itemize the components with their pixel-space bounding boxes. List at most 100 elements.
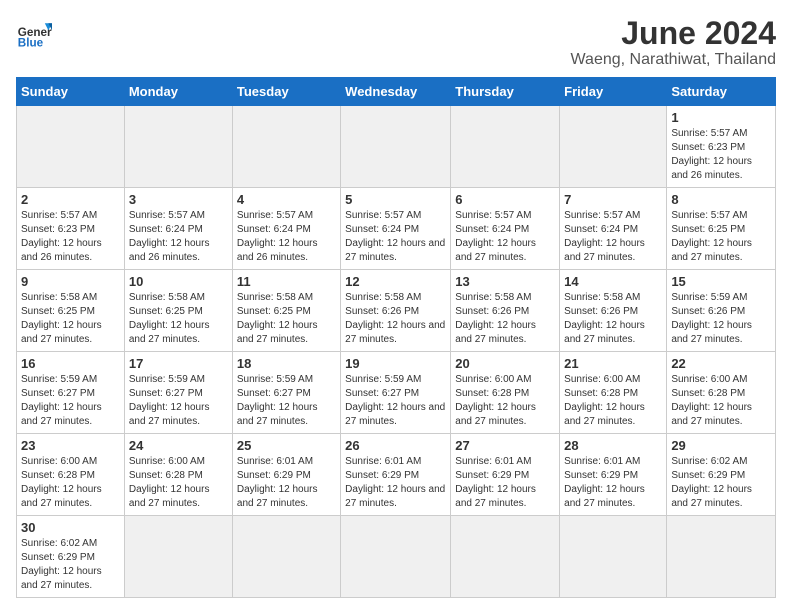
cell-info-text: Sunrise: 5:58 AM Sunset: 6:25 PM Dayligh…	[129, 291, 228, 347]
cell-date-number: 27	[455, 438, 555, 453]
cell-info-text: Sunrise: 5:58 AM Sunset: 6:26 PM Dayligh…	[564, 291, 662, 347]
calendar-cell: 8 Sunrise: 5:57 AM Sunset: 6:25 PM Daylig…	[667, 188, 776, 270]
cell-info-text: Sunrise: 5:57 AM Sunset: 6:24 PM Dayligh…	[455, 209, 555, 265]
calendar-cell: 13Sunrise: 5:58 AM Sunset: 6:26 PM Dayli…	[451, 270, 560, 352]
header-monday: Monday	[124, 78, 232, 106]
calendar-cell: 21 Sunrise: 6:00 AM Sunset: 6:28 PM Dayli…	[560, 352, 667, 434]
calendar-cell: 11Sunrise: 5:58 AM Sunset: 6:25 PM Dayli…	[232, 270, 340, 352]
cell-info-text: Sunrise: 5:57 AM Sunset: 6:24 PM Dayligh…	[345, 209, 446, 265]
calendar-cell: 26 Sunrise: 6:01 AM Sunset: 6:29 PM Dayli…	[341, 434, 451, 516]
cell-info-text: Sunrise: 6:00 AM Sunset: 6:28 PM Dayligh…	[671, 373, 771, 429]
cell-date-number: 14	[564, 274, 662, 289]
cell-date-number: 20	[455, 356, 555, 371]
cell-info-text: Sunrise: 6:02 AM Sunset: 6:29 PM Dayligh…	[21, 537, 120, 593]
calendar-cell: 24 Sunrise: 6:00 AM Sunset: 6:28 PM Dayli…	[124, 434, 232, 516]
calendar-cell: 15 Sunrise: 5:59 AM Sunset: 6:26 PM Dayli…	[667, 270, 776, 352]
calendar-cell: 30 Sunrise: 6:02 AM Sunset: 6:29 PM Dayli…	[17, 516, 125, 598]
header-wednesday: Wednesday	[341, 78, 451, 106]
cell-date-number: 30	[21, 520, 120, 535]
calendar-cell	[451, 106, 560, 188]
calendar-subtitle: Waeng, Narathiwat, Thailand	[571, 51, 776, 69]
cell-info-text: Sunrise: 6:01 AM Sunset: 6:29 PM Dayligh…	[345, 455, 446, 511]
cell-date-number: 9	[21, 274, 120, 289]
calendar-body: 1 Sunrise: 5:57 AM Sunset: 6:23 PM Daylig…	[17, 106, 776, 598]
calendar-header: Sunday Monday Tuesday Wednesday Thursday…	[17, 78, 776, 106]
header-row: Sunday Monday Tuesday Wednesday Thursday…	[17, 78, 776, 106]
cell-info-text: Sunrise: 5:57 AM Sunset: 6:24 PM Dayligh…	[237, 209, 336, 265]
cell-info-text: Sunrise: 6:00 AM Sunset: 6:28 PM Dayligh…	[455, 373, 555, 429]
cell-date-number: 4	[237, 192, 336, 207]
cell-info-text: Sunrise: 6:02 AM Sunset: 6:29 PM Dayligh…	[671, 455, 771, 511]
cell-info-text: Sunrise: 5:59 AM Sunset: 6:27 PM Dayligh…	[237, 373, 336, 429]
cell-info-text: Sunrise: 5:57 AM Sunset: 6:25 PM Dayligh…	[671, 209, 771, 265]
cell-date-number: 11	[237, 274, 336, 289]
calendar-cell: 10 Sunrise: 5:58 AM Sunset: 6:25 PM Dayli…	[124, 270, 232, 352]
cell-date-number: 25	[237, 438, 336, 453]
cell-info-text: Sunrise: 5:59 AM Sunset: 6:27 PM Dayligh…	[345, 373, 446, 429]
cell-info-text: Sunrise: 5:59 AM Sunset: 6:27 PM Dayligh…	[21, 373, 120, 429]
cell-date-number: 24	[129, 438, 228, 453]
calendar-cell	[341, 516, 451, 598]
calendar-cell: 28Sunrise: 6:01 AM Sunset: 6:29 PM Dayli…	[560, 434, 667, 516]
calendar-cell	[341, 106, 451, 188]
cell-info-text: Sunrise: 5:59 AM Sunset: 6:26 PM Dayligh…	[671, 291, 771, 347]
cell-date-number: 18	[237, 356, 336, 371]
calendar-cell: 23Sunrise: 6:00 AM Sunset: 6:28 PM Dayli…	[17, 434, 125, 516]
cell-date-number: 3	[129, 192, 228, 207]
calendar-title: June 2024	[571, 16, 776, 51]
calendar-table: Sunday Monday Tuesday Wednesday Thursday…	[16, 77, 776, 598]
calendar-cell	[560, 106, 667, 188]
calendar-cell: 5Sunrise: 5:57 AM Sunset: 6:24 PM Daylig…	[341, 188, 451, 270]
cell-date-number: 8	[671, 192, 771, 207]
calendar-cell	[451, 516, 560, 598]
cell-info-text: Sunrise: 6:01 AM Sunset: 6:29 PM Dayligh…	[564, 455, 662, 511]
header-tuesday: Tuesday	[232, 78, 340, 106]
calendar-cell: 20 Sunrise: 6:00 AM Sunset: 6:28 PM Dayli…	[451, 352, 560, 434]
cell-date-number: 29	[671, 438, 771, 453]
cell-date-number: 1	[671, 110, 771, 125]
header-sunday: Sunday	[17, 78, 125, 106]
calendar-cell: 3Sunrise: 5:57 AM Sunset: 6:24 PM Daylig…	[124, 188, 232, 270]
calendar-cell	[17, 106, 125, 188]
svg-text:Blue: Blue	[18, 37, 44, 50]
cell-info-text: Sunrise: 5:57 AM Sunset: 6:24 PM Dayligh…	[564, 209, 662, 265]
calendar-cell: 12Sunrise: 5:58 AM Sunset: 6:26 PM Dayli…	[341, 270, 451, 352]
cell-date-number: 12	[345, 274, 446, 289]
cell-date-number: 6	[455, 192, 555, 207]
calendar-cell: 22Sunrise: 6:00 AM Sunset: 6:28 PM Dayli…	[667, 352, 776, 434]
calendar-week-2: 9 Sunrise: 5:58 AM Sunset: 6:25 PM Daylig…	[17, 270, 776, 352]
calendar-cell: 27 Sunrise: 6:01 AM Sunset: 6:29 PM Dayli…	[451, 434, 560, 516]
cell-info-text: Sunrise: 6:00 AM Sunset: 6:28 PM Dayligh…	[21, 455, 120, 511]
calendar-cell: 2 Sunrise: 5:57 AM Sunset: 6:23 PM Daylig…	[17, 188, 125, 270]
cell-date-number: 21	[564, 356, 662, 371]
calendar-cell	[232, 516, 340, 598]
logo-icon: General Blue	[16, 16, 52, 52]
header-friday: Friday	[560, 78, 667, 106]
calendar-cell: 19Sunrise: 5:59 AM Sunset: 6:27 PM Dayli…	[341, 352, 451, 434]
cell-info-text: Sunrise: 5:57 AM Sunset: 6:23 PM Dayligh…	[21, 209, 120, 265]
cell-info-text: Sunrise: 5:57 AM Sunset: 6:23 PM Dayligh…	[671, 127, 771, 183]
cell-date-number: 2	[21, 192, 120, 207]
cell-date-number: 10	[129, 274, 228, 289]
calendar-week-3: 16 Sunrise: 5:59 AM Sunset: 6:27 PM Dayli…	[17, 352, 776, 434]
calendar-week-4: 23Sunrise: 6:00 AM Sunset: 6:28 PM Dayli…	[17, 434, 776, 516]
calendar-cell: 29 Sunrise: 6:02 AM Sunset: 6:29 PM Dayli…	[667, 434, 776, 516]
cell-info-text: Sunrise: 5:59 AM Sunset: 6:27 PM Dayligh…	[129, 373, 228, 429]
cell-date-number: 16	[21, 356, 120, 371]
calendar-cell	[124, 516, 232, 598]
cell-info-text: Sunrise: 6:00 AM Sunset: 6:28 PM Dayligh…	[129, 455, 228, 511]
calendar-cell: 14 Sunrise: 5:58 AM Sunset: 6:26 PM Dayli…	[560, 270, 667, 352]
calendar-cell: 17Sunrise: 5:59 AM Sunset: 6:27 PM Dayli…	[124, 352, 232, 434]
header: General Blue June 2024 Waeng, Narathiwat…	[16, 16, 776, 69]
cell-date-number: 15	[671, 274, 771, 289]
calendar-cell	[124, 106, 232, 188]
cell-info-text: Sunrise: 6:01 AM Sunset: 6:29 PM Dayligh…	[455, 455, 555, 511]
calendar-cell: 6 Sunrise: 5:57 AM Sunset: 6:24 PM Daylig…	[451, 188, 560, 270]
cell-date-number: 26	[345, 438, 446, 453]
cell-date-number: 13	[455, 274, 555, 289]
header-saturday: Saturday	[667, 78, 776, 106]
calendar-cell: 18 Sunrise: 5:59 AM Sunset: 6:27 PM Dayli…	[232, 352, 340, 434]
calendar-cell	[232, 106, 340, 188]
cell-info-text: Sunrise: 6:00 AM Sunset: 6:28 PM Dayligh…	[564, 373, 662, 429]
calendar-cell: 1 Sunrise: 5:57 AM Sunset: 6:23 PM Daylig…	[667, 106, 776, 188]
